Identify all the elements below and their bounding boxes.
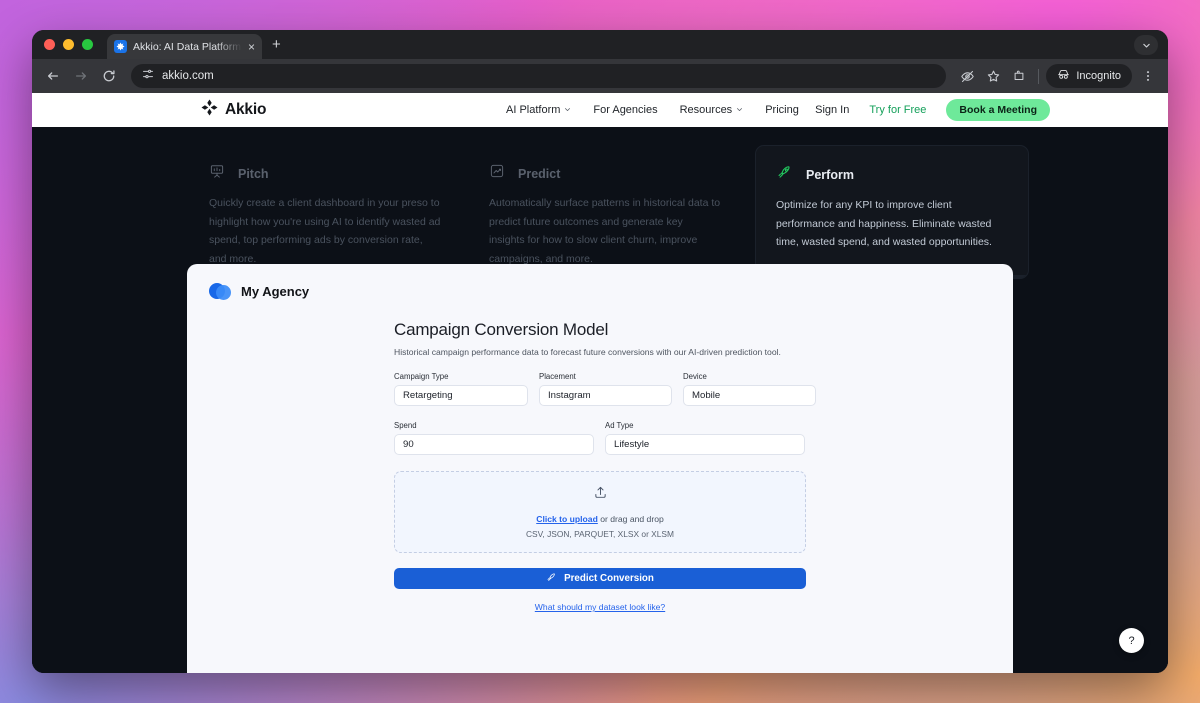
brand-name: Akkio xyxy=(225,101,267,118)
rocket-icon xyxy=(546,572,557,586)
feature-card-perform[interactable]: Perform Optimize for any KPI to improve … xyxy=(755,145,1029,279)
plus-icon[interactable]: + xyxy=(262,36,289,59)
close-window-button[interactable] xyxy=(44,39,55,50)
card-body: Optimize for any KPI to improve client p… xyxy=(776,199,992,248)
incognito-indicator[interactable]: Incognito xyxy=(1046,64,1132,88)
kebab-menu-icon[interactable] xyxy=(1136,64,1160,88)
overlapping-circles-logo xyxy=(209,283,232,300)
url-text: akkio.com xyxy=(162,70,214,82)
feature-card-pitch[interactable]: Pitch Quickly create a client dashboard … xyxy=(189,145,469,279)
nav-label: For Agencies xyxy=(593,104,658,116)
feature-cards: Pitch Quickly create a client dashboard … xyxy=(189,145,1055,279)
chevron-down-icon[interactable] xyxy=(1134,35,1158,55)
browser-tab-strip: Akkio: AI Data Platform for Ag × + xyxy=(32,30,1168,59)
site-logo[interactable]: Akkio xyxy=(201,99,266,121)
form-row-1: Campaign Type Retargeting Placement Inst… xyxy=(394,372,816,406)
nav-item-ai-platform[interactable]: AI Platform xyxy=(506,104,571,116)
toolbar-divider xyxy=(1038,68,1040,84)
reload-icon[interactable] xyxy=(96,63,122,89)
eye-slash-icon[interactable] xyxy=(955,64,979,88)
feature-card-predict[interactable]: Predict Automatically surface patterns i… xyxy=(469,145,749,279)
nav-item-resources[interactable]: Resources xyxy=(680,104,744,116)
extensions-icon[interactable] xyxy=(1007,64,1031,88)
nav-item-for-agencies[interactable]: For Agencies xyxy=(593,104,657,116)
help-button[interactable]: ? xyxy=(1119,628,1144,653)
nav-label: AI Platform xyxy=(506,104,561,116)
card-title: Pitch xyxy=(238,166,269,181)
page-title: Campaign Conversion Model xyxy=(394,320,609,339)
form-row-2: Spend 90 Ad Type Lifestyle xyxy=(394,421,806,455)
dropzone-primary-text: Click to upload or drag and drop xyxy=(536,514,664,524)
field-label: Placement xyxy=(539,372,576,381)
device-input[interactable]: Mobile xyxy=(683,385,816,406)
file-dropzone[interactable]: Click to upload or drag and drop CSV, JS… xyxy=(394,471,806,553)
card-header: Predict xyxy=(489,163,729,184)
site-navigation-bar: Akkio AI Platform For Agencies Resources xyxy=(32,93,1168,127)
window-controls xyxy=(44,39,93,59)
field-label: Spend xyxy=(394,421,417,430)
browser-tab[interactable]: Akkio: AI Data Platform for Ag × xyxy=(107,34,262,59)
minimize-window-button[interactable] xyxy=(63,39,74,50)
field-label: Device xyxy=(683,372,707,381)
tab-title: Akkio: AI Data Platform for Ag xyxy=(133,40,242,53)
primary-nav-links: AI Platform For Agencies Resources Prici… xyxy=(506,104,799,116)
chart-trend-icon xyxy=(489,163,505,184)
conversion-model-form: Campaign Conversion Model Historical cam… xyxy=(394,320,816,612)
agency-name: My Agency xyxy=(241,284,310,299)
forward-arrow-icon xyxy=(68,63,94,89)
try-for-free-link[interactable]: Try for Free xyxy=(869,104,926,116)
field-device: Device Mobile xyxy=(683,372,816,406)
card-title: Perform xyxy=(806,168,854,182)
browser-toolbar: akkio.com Incognito xyxy=(32,59,1168,93)
dropzone-formats: CSV, JSON, PARQUET, XLSX or XLSM xyxy=(525,529,674,539)
sign-in-link[interactable]: Sign In xyxy=(815,104,849,116)
field-placement: Placement Instagram xyxy=(539,372,672,406)
back-arrow-icon[interactable] xyxy=(40,63,66,89)
dropzone-rest-text: or drag and drop xyxy=(597,514,664,524)
maximize-window-button[interactable] xyxy=(82,39,93,50)
card-title: Predict xyxy=(518,166,561,181)
nav-item-pricing[interactable]: Pricing xyxy=(765,104,799,116)
field-label: Ad Type xyxy=(605,421,634,430)
placement-input[interactable]: Instagram xyxy=(539,385,672,406)
nav-actions: Sign In Try for Free Book a Meeting xyxy=(815,99,1050,121)
field-campaign-type: Campaign Type Retargeting xyxy=(394,372,528,406)
chevron-down-icon xyxy=(564,104,571,116)
campaign-type-input[interactable]: Retargeting xyxy=(394,385,528,406)
agency-header: My Agency xyxy=(187,264,1013,300)
predict-conversion-button[interactable]: Predict Conversion xyxy=(394,568,806,589)
dataset-help-link[interactable]: What should my dataset look like? xyxy=(394,602,806,612)
rocket-icon xyxy=(776,164,793,186)
card-body: Quickly create a client dashboard in you… xyxy=(209,197,441,265)
field-spend: Spend 90 xyxy=(394,421,594,455)
app-panel: My Agency Campaign Conversion Model Hist… xyxy=(187,264,1013,673)
close-icon[interactable]: × xyxy=(248,41,255,53)
card-header: Pitch xyxy=(209,163,449,184)
page-viewport: Akkio AI Platform For Agencies Resources xyxy=(32,93,1168,673)
nav-label: Pricing xyxy=(765,104,799,116)
click-to-upload-link[interactable]: Click to upload xyxy=(536,514,598,524)
akkio-logo-icon xyxy=(114,40,127,53)
predict-button-label: Predict Conversion xyxy=(564,573,654,584)
nav-label: Resources xyxy=(679,104,733,116)
tune-icon[interactable] xyxy=(142,67,154,85)
address-bar[interactable]: akkio.com xyxy=(131,64,947,88)
field-label: Campaign Type xyxy=(394,372,449,381)
akkio-diamond-logo xyxy=(201,99,218,121)
book-a-meeting-button[interactable]: Book a Meeting xyxy=(946,99,1050,121)
card-header: Perform xyxy=(776,164,1008,186)
form-subtitle: Historical campaign performance data to … xyxy=(394,347,781,357)
incognito-hat-icon xyxy=(1057,68,1070,84)
incognito-label: Incognito xyxy=(1076,70,1121,82)
upload-icon xyxy=(593,485,608,505)
ad-type-input[interactable]: Lifestyle xyxy=(605,434,805,455)
field-ad-type: Ad Type Lifestyle xyxy=(605,421,805,455)
spend-input[interactable]: 90 xyxy=(394,434,594,455)
browser-window: Akkio: AI Data Platform for Ag × + akkio… xyxy=(32,30,1168,673)
card-body: Automatically surface patterns in histor… xyxy=(489,197,721,265)
presentation-board-icon xyxy=(209,163,225,184)
hero-section: Pitch Quickly create a client dashboard … xyxy=(32,127,1168,673)
chevron-down-icon xyxy=(736,104,743,116)
star-icon[interactable] xyxy=(981,64,1005,88)
